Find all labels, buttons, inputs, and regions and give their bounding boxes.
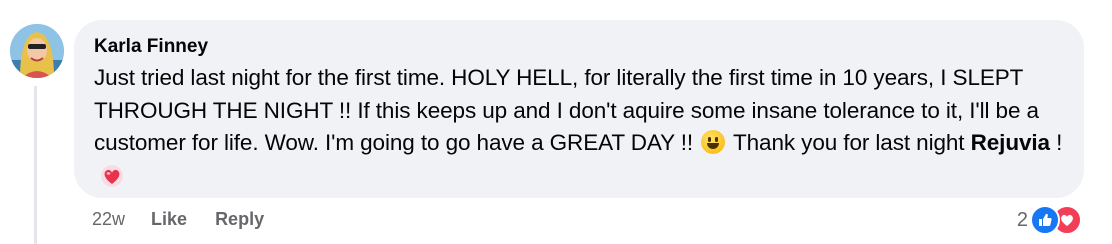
comment-bubble: Karla Finney Just tried last night for t…: [74, 20, 1084, 198]
comment-actions: 22w Like Reply: [92, 208, 292, 230]
page-mention-link[interactable]: Rejuvia: [971, 130, 1050, 155]
comment-text: Just tried last night for the first time…: [94, 62, 1064, 192]
reaction-count: 2: [1016, 208, 1028, 231]
heart-emoji: [101, 164, 123, 187]
comment-timestamp[interactable]: 22w: [92, 209, 125, 230]
reply-thread-line: [34, 86, 37, 244]
like-button[interactable]: Like: [151, 209, 187, 230]
like-reaction-icon: [1030, 205, 1060, 235]
profile-photo-icon: [10, 24, 64, 78]
avatar[interactable]: [10, 24, 64, 78]
comment-text-end: !: [1049, 130, 1063, 155]
reactions-summary[interactable]: 2: [1016, 205, 1082, 235]
reply-button[interactable]: Reply: [215, 209, 264, 230]
comment-text-thanks: Thank you for last night: [727, 130, 971, 155]
comment-author[interactable]: Karla Finney: [94, 36, 208, 58]
grinning-face-emoji: [701, 130, 726, 154]
